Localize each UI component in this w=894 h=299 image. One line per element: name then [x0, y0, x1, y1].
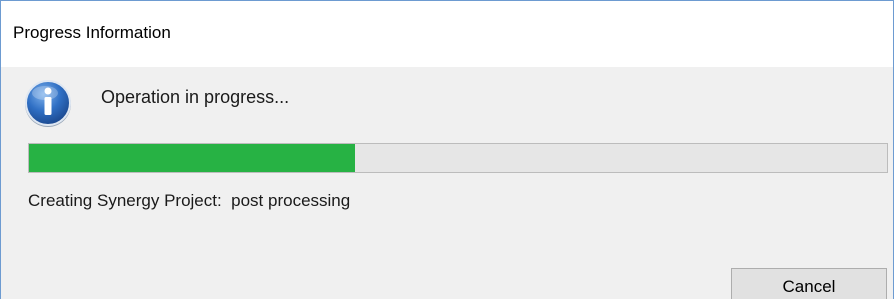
status-text: Creating Synergy Project: post processin… — [28, 191, 351, 210]
message-text: Operation in progress... — [101, 87, 290, 107]
info-icon — [25, 80, 71, 127]
progress-bar — [28, 143, 888, 173]
title-bar[interactable]: Progress Information — [1, 1, 893, 67]
progress-fill — [29, 144, 356, 172]
window-title: Progress Information — [13, 23, 171, 42]
progress-dialog: Progress Information Operation in progre… — [0, 0, 894, 299]
cancel-button[interactable]: Cancel — [731, 268, 887, 299]
